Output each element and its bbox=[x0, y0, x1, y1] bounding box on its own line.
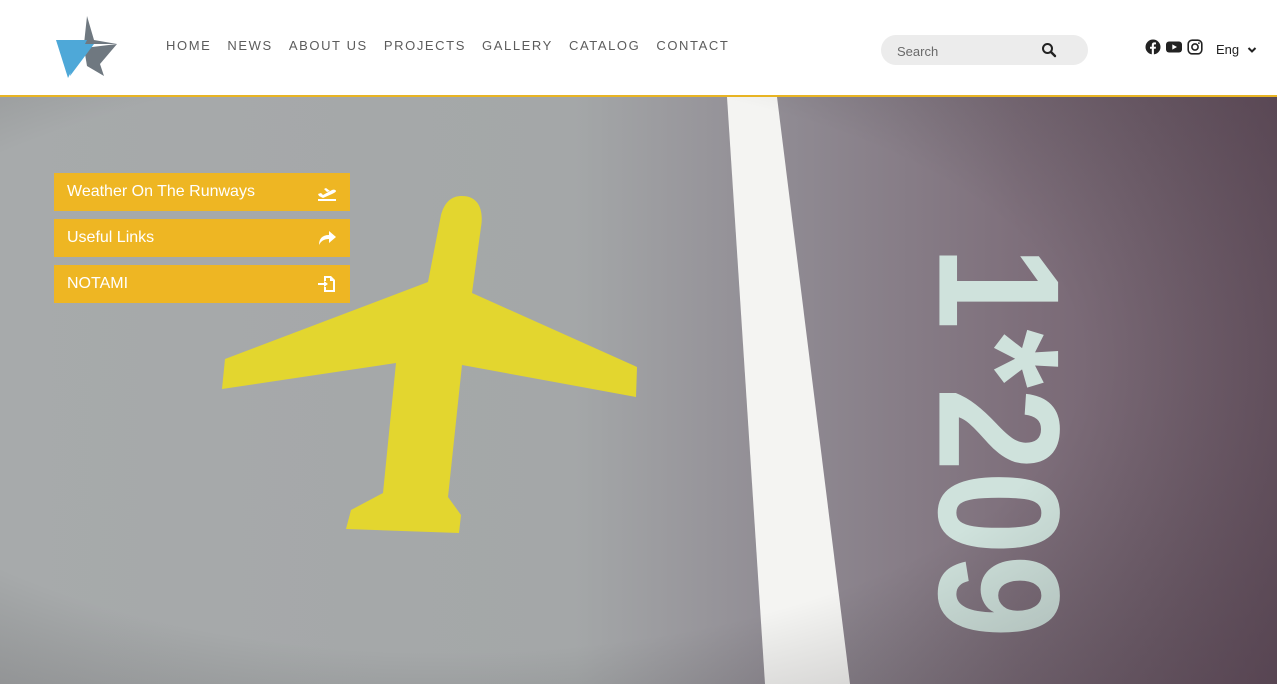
nav-contact[interactable]: CONTACT bbox=[656, 38, 729, 53]
main-nav: HOME NEWS ABOUT US PROJECTS GALLERY CATA… bbox=[166, 38, 745, 53]
search-input[interactable] bbox=[895, 41, 1039, 61]
nav-catalog[interactable]: CATALOG bbox=[569, 38, 640, 53]
share-icon bbox=[319, 231, 336, 245]
chevron-down-icon bbox=[1247, 46, 1257, 53]
plane-departure-icon bbox=[318, 188, 336, 201]
site-header: HOME NEWS ABOUT US PROJECTS GALLERY CATA… bbox=[0, 0, 1277, 97]
youtube-icon[interactable] bbox=[1166, 39, 1182, 55]
quick-link-useful-links[interactable]: Useful Links bbox=[54, 219, 350, 257]
nav-about-us[interactable]: ABOUT US bbox=[289, 38, 368, 53]
logo-icon[interactable] bbox=[54, 14, 120, 80]
file-import-icon bbox=[318, 276, 335, 292]
search-box bbox=[881, 35, 1088, 65]
search-icon[interactable] bbox=[1041, 42, 1057, 58]
facebook-icon[interactable] bbox=[1145, 39, 1161, 55]
quick-link-label: Weather On The Runways bbox=[67, 183, 255, 200]
language-label: Eng bbox=[1216, 42, 1240, 57]
quick-link-label: NOTAMI bbox=[67, 275, 129, 292]
quick-link-label: Useful Links bbox=[67, 229, 155, 246]
quick-link-notami[interactable]: NOTAMI bbox=[54, 265, 350, 303]
language-select[interactable]: Eng bbox=[1216, 42, 1257, 57]
quick-link-weather[interactable]: Weather On The Runways bbox=[54, 173, 350, 211]
nav-projects[interactable]: PROJECTS bbox=[384, 38, 466, 53]
nav-gallery[interactable]: GALLERY bbox=[482, 38, 553, 53]
nav-home[interactable]: HOME bbox=[166, 38, 211, 53]
quick-links: Weather On The Runways Useful Links NOTA… bbox=[54, 173, 350, 311]
social-links bbox=[1145, 39, 1203, 55]
instagram-icon[interactable] bbox=[1187, 39, 1203, 55]
nav-news[interactable]: NEWS bbox=[227, 38, 272, 53]
